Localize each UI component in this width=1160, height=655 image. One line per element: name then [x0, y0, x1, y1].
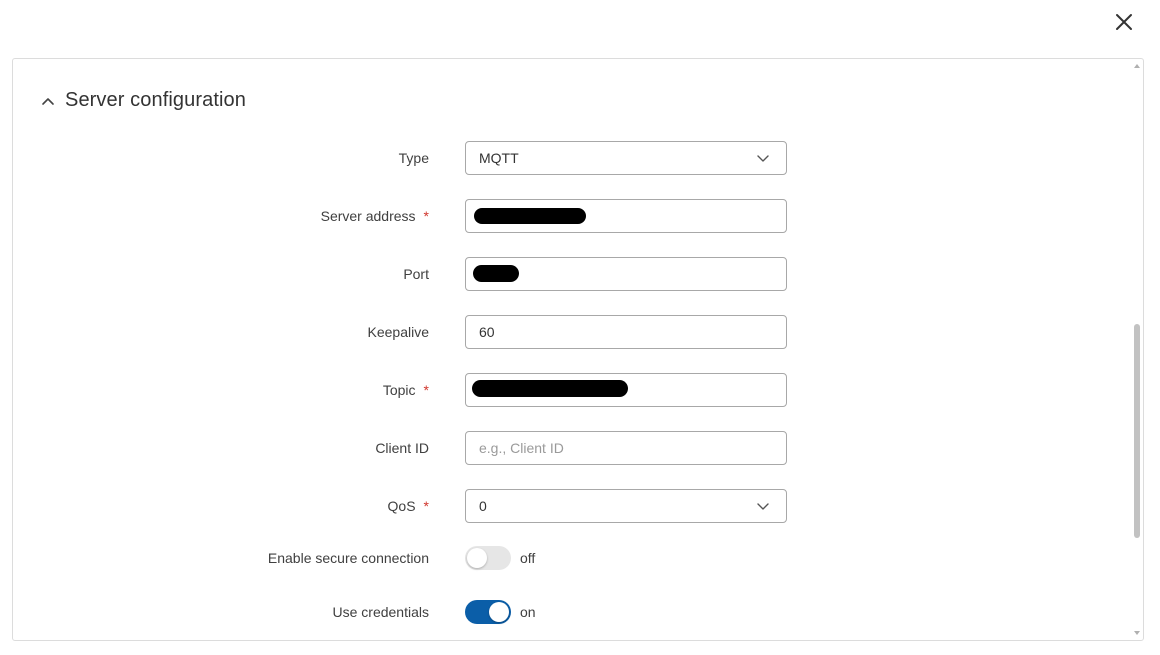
scrollbar[interactable]: [1131, 59, 1143, 640]
server-address-row: Server address *: [13, 199, 1123, 233]
secure-connection-row: Enable secure connection off: [13, 541, 1123, 575]
port-input[interactable]: [465, 257, 787, 291]
credentials-state: on: [520, 604, 536, 620]
qos-row: QoS * 0: [13, 489, 1123, 523]
type-value: MQTT: [479, 150, 519, 166]
scroll-up-arrow-icon[interactable]: [1134, 64, 1140, 68]
section-toggle[interactable]: Server configuration: [41, 89, 246, 112]
chevron-down-icon: [757, 503, 769, 510]
secure-connection-state: off: [520, 550, 536, 566]
topic-label: Topic: [382, 382, 416, 398]
secure-connection-toggle[interactable]: [465, 546, 511, 570]
keepalive-row: Keepalive 60: [13, 315, 1123, 349]
close-icon: [1116, 14, 1132, 30]
redacted-value: [474, 208, 586, 224]
port-row: Port: [13, 257, 1123, 291]
type-row: Type MQTT: [13, 141, 1123, 175]
redacted-value: [473, 265, 519, 282]
scroll-down-arrow-icon[interactable]: [1134, 631, 1140, 635]
credentials-toggle[interactable]: [465, 600, 511, 624]
topic-input[interactable]: [465, 373, 787, 407]
keepalive-label: Keepalive: [367, 324, 430, 340]
type-label: Type: [398, 150, 429, 166]
port-label: Port: [403, 266, 429, 282]
qos-label: QoS: [387, 498, 416, 514]
credentials-row: Use credentials on: [13, 595, 1123, 629]
chevron-down-icon: [757, 155, 769, 162]
required-marker: *: [423, 208, 429, 224]
toggle-knob: [489, 602, 509, 622]
server-address-label: Server address: [320, 208, 416, 224]
secure-connection-label: Enable secure connection: [267, 550, 429, 566]
client-id-label: Client ID: [375, 440, 429, 456]
credentials-label: Use credentials: [332, 604, 430, 620]
topic-row: Topic *: [13, 373, 1123, 407]
client-id-row: Client ID: [13, 431, 1123, 465]
scrollbar-thumb[interactable]: [1134, 324, 1140, 538]
server-address-input[interactable]: [465, 199, 787, 233]
client-id-field[interactable]: [465, 431, 787, 465]
chevron-up-icon: [42, 97, 54, 105]
keepalive-value: 60: [479, 324, 495, 340]
keepalive-input[interactable]: 60: [465, 315, 787, 349]
client-id-input[interactable]: [479, 440, 773, 456]
qos-select[interactable]: 0: [465, 489, 787, 523]
type-select[interactable]: MQTT: [465, 141, 787, 175]
section-title: Server configuration: [65, 89, 246, 111]
qos-value: 0: [479, 498, 487, 514]
close-button[interactable]: [1110, 8, 1138, 36]
required-marker: *: [423, 382, 429, 398]
toggle-knob: [467, 548, 487, 568]
required-marker: *: [423, 498, 429, 514]
server-configuration-panel: Server configuration Type MQTT Server ad…: [12, 58, 1144, 641]
redacted-value: [472, 380, 628, 397]
